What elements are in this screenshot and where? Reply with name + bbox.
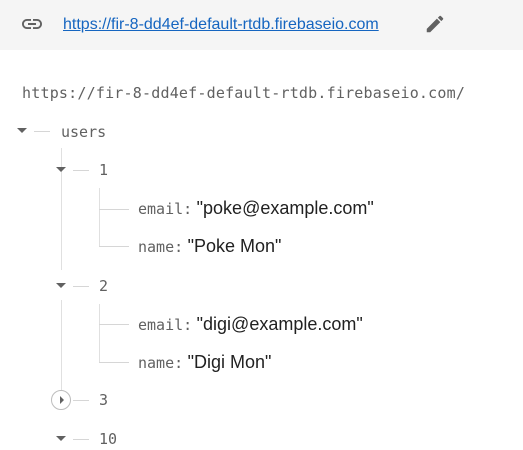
database-header: https://fir-8-dd4ef-default-rtdb.firebas… [0, 0, 523, 50]
field-connector [99, 209, 129, 210]
node-2-connector [73, 286, 89, 287]
pencil-icon[interactable] [421, 10, 449, 38]
root-path: https://fir-8-dd4ef-default-rtdb.firebas… [22, 84, 466, 102]
node-key-2[interactable]: 2 [99, 276, 108, 296]
field-key-name: name: [138, 238, 184, 256]
field-row: name: "Digi Mon" [138, 351, 271, 375]
field-value-email[interactable]: "digi@example.com" [197, 314, 363, 334]
field-key-email: email: [138, 200, 193, 218]
field-connector [99, 362, 129, 363]
field-row: email: "digi@example.com" [138, 313, 363, 337]
tree-guide-line [99, 188, 100, 246]
node-10-collapse-caret-icon[interactable] [56, 436, 66, 441]
field-connector [99, 324, 129, 325]
users-collapse-caret-icon[interactable] [17, 128, 27, 133]
field-connector [99, 246, 129, 247]
database-url-link[interactable]: https://fir-8-dd4ef-default-rtdb.firebas… [63, 15, 379, 35]
tree-guide-line [61, 300, 62, 390]
tree-guide-line [99, 304, 100, 362]
node-1-connector [73, 170, 89, 171]
field-row: name: "Poke Mon" [138, 235, 281, 259]
node-2-collapse-caret-icon[interactable] [56, 283, 66, 288]
field-value-email[interactable]: "poke@example.com" [197, 198, 374, 218]
node-key-users[interactable]: users [61, 122, 106, 142]
link-icon[interactable] [18, 10, 46, 38]
node-key-10[interactable]: 10 [99, 429, 117, 449]
users-connector [34, 131, 50, 132]
node-key-1[interactable]: 1 [99, 160, 108, 180]
field-key-email: email: [138, 316, 193, 334]
node-10-connector [73, 439, 89, 440]
node-key-3[interactable]: 3 [99, 390, 108, 410]
node-3-connector [73, 400, 89, 401]
field-value-name[interactable]: "Digi Mon" [188, 352, 272, 372]
field-value-name[interactable]: "Poke Mon" [188, 236, 282, 256]
field-row: email: "poke@example.com" [138, 197, 374, 221]
node-3-expand-icon[interactable] [51, 390, 71, 410]
node-1-collapse-caret-icon[interactable] [56, 167, 66, 172]
field-key-name: name: [138, 354, 184, 372]
